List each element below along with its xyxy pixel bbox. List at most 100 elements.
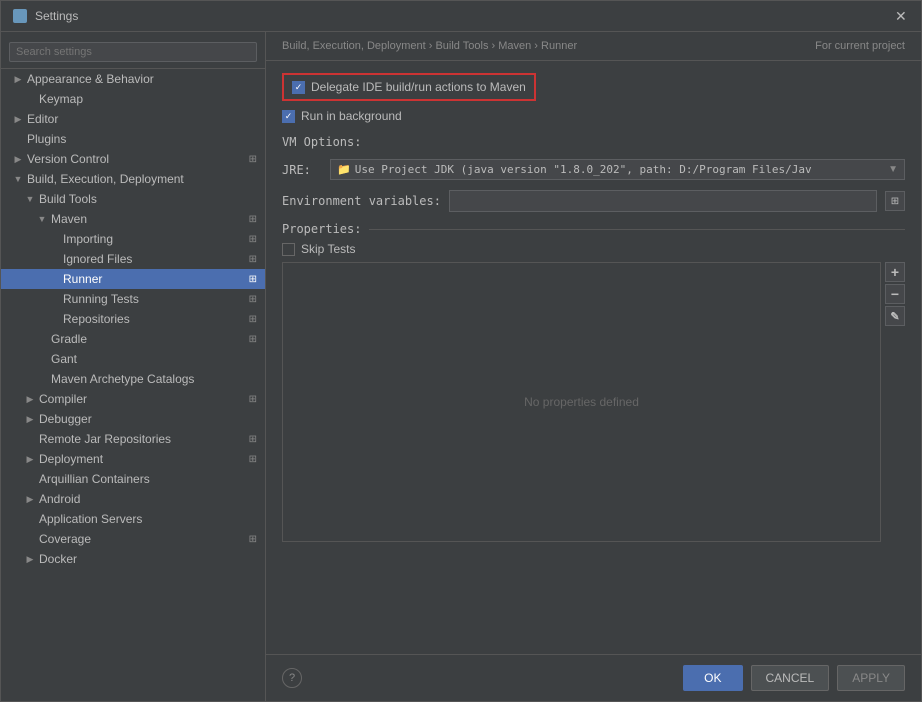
dropdown-arrow-icon: ▼ xyxy=(888,164,898,175)
sidebar-item-keymap[interactable]: Keymap xyxy=(1,89,265,109)
main-content: ✓ Delegate IDE build/run actions to Mave… xyxy=(266,61,921,654)
arrow-icon: ▼ xyxy=(25,194,35,204)
sidebar-label: Deployment xyxy=(39,452,103,466)
sidebar-item-running-tests[interactable]: Running Tests ⊞ xyxy=(1,289,265,309)
arrow-icon: ▶ xyxy=(13,74,23,84)
sidebar-item-gradle[interactable]: Gradle ⊞ xyxy=(1,329,265,349)
sidebar-label: Compiler xyxy=(39,392,87,406)
sidebar-label: Runner xyxy=(63,272,102,286)
for-current-project: For current project xyxy=(815,40,905,52)
content-area: ▶ Appearance & Behavior Keymap ▶ Editor … xyxy=(1,32,921,701)
sidebar-label: Android xyxy=(39,492,80,506)
sidebar-label: Plugins xyxy=(27,132,66,146)
sidebar-item-application-servers[interactable]: Application Servers xyxy=(1,509,265,529)
sidebar-item-repositories[interactable]: Repositories ⊞ xyxy=(1,309,265,329)
sidebar-label: Gant xyxy=(51,352,77,366)
sidebar-item-android[interactable]: ▶ Android xyxy=(1,489,265,509)
jre-dropdown[interactable]: 📁 Use Project JDK (java version "1.8.0_2… xyxy=(330,159,905,180)
jre-label: JRE: xyxy=(282,163,322,177)
running-tests-icon: ⊞ xyxy=(249,294,257,305)
sidebar-item-runner[interactable]: Runner ⊞ xyxy=(1,269,265,289)
sidebar-item-docker[interactable]: ▶ Docker xyxy=(1,549,265,569)
jre-value: Use Project JDK (java version "1.8.0_202… xyxy=(355,163,884,176)
footer: ? OK CANCEL APPLY xyxy=(266,654,921,701)
env-vars-input[interactable] xyxy=(449,190,877,212)
properties-label: Properties: xyxy=(282,222,361,236)
arrow-icon: ▶ xyxy=(25,414,35,424)
arrow-icon: ▶ xyxy=(25,454,35,464)
properties-divider xyxy=(369,229,905,230)
settings-window: Settings ✕ ▶ Appearance & Behavior Keyma… xyxy=(0,0,922,702)
sidebar-item-coverage[interactable]: Coverage ⊞ xyxy=(1,529,265,549)
sidebar-label: Application Servers xyxy=(39,512,142,526)
arrow-icon: ▶ xyxy=(25,494,35,504)
title-bar: Settings ✕ xyxy=(1,1,921,32)
edit-property-button[interactable]: ✎ xyxy=(885,306,905,326)
compiler-icon: ⊞ xyxy=(249,394,257,405)
arrow-icon: ▶ xyxy=(25,554,35,564)
remove-property-button[interactable]: − xyxy=(885,284,905,304)
env-vars-edit-button[interactable]: ⊞ xyxy=(885,191,905,211)
main-panel: Build, Execution, Deployment › Build Too… xyxy=(266,32,921,701)
cancel-button[interactable]: CANCEL xyxy=(751,665,830,691)
delegate-label: Delegate IDE build/run actions to Maven xyxy=(311,80,526,94)
sidebar-item-debugger[interactable]: ▶ Debugger xyxy=(1,409,265,429)
arrow-icon: ▶ xyxy=(13,114,23,124)
gradle-icon: ⊞ xyxy=(249,334,257,345)
delegate-checkbox-row: ✓ Delegate IDE build/run actions to Mave… xyxy=(282,73,536,101)
sidebar-item-plugins[interactable]: Plugins xyxy=(1,129,265,149)
sidebar-item-build-tools[interactable]: ▼ Build Tools xyxy=(1,189,265,209)
help-button[interactable]: ? xyxy=(282,668,302,688)
vcs-icon: ⊞ xyxy=(249,154,257,165)
sidebar-label: Ignored Files xyxy=(63,252,132,266)
run-background-label: Run in background xyxy=(301,109,402,123)
sidebar-item-arquillian[interactable]: Arquillian Containers xyxy=(1,469,265,489)
skip-tests-label: Skip Tests xyxy=(301,242,355,256)
apply-button[interactable]: APPLY xyxy=(837,665,905,691)
sidebar-item-ignored-files[interactable]: Ignored Files ⊞ xyxy=(1,249,265,269)
runner-icon: ⊞ xyxy=(249,274,257,285)
footer-right: OK CANCEL APPLY xyxy=(683,665,905,691)
arrow-icon: ▼ xyxy=(37,214,47,224)
sidebar-label: Arquillian Containers xyxy=(39,472,150,486)
sidebar-item-editor[interactable]: ▶ Editor xyxy=(1,109,265,129)
arrow-icon: ▶ xyxy=(25,394,35,404)
run-background-checkbox[interactable]: ✓ xyxy=(282,110,295,123)
settings-icon xyxy=(13,9,27,23)
skip-tests-row: Skip Tests xyxy=(282,242,905,256)
env-vars-label: Environment variables: xyxy=(282,194,441,208)
remote-jar-icon: ⊞ xyxy=(249,434,257,445)
delegate-checkbox[interactable]: ✓ xyxy=(292,81,305,94)
title-bar-left: Settings xyxy=(13,9,78,23)
arrow-icon: ▶ xyxy=(13,154,23,164)
run-background-row: ✓ Run in background xyxy=(282,109,905,123)
sidebar-item-remote-jar-repos[interactable]: Remote Jar Repositories ⊞ xyxy=(1,429,265,449)
sidebar-label: Editor xyxy=(27,112,58,126)
sidebar-item-maven[interactable]: ▼ Maven ⊞ xyxy=(1,209,265,229)
add-property-button[interactable]: + xyxy=(885,262,905,282)
ignored-icon: ⊞ xyxy=(249,254,257,265)
sidebar-label: Keymap xyxy=(39,92,83,106)
search-input[interactable] xyxy=(9,42,257,62)
sidebar: ▶ Appearance & Behavior Keymap ▶ Editor … xyxy=(1,32,266,701)
properties-label-row: Properties: xyxy=(282,222,905,236)
sidebar-item-version-control[interactable]: ▶ Version Control ⊞ xyxy=(1,149,265,169)
sidebar-item-importing[interactable]: Importing ⊞ xyxy=(1,229,265,249)
sidebar-item-appearance-behavior[interactable]: ▶ Appearance & Behavior xyxy=(1,69,265,89)
sidebar-item-build-execution[interactable]: ▼ Build, Execution, Deployment xyxy=(1,169,265,189)
sidebar-label: Coverage xyxy=(39,532,91,546)
ok-button[interactable]: OK xyxy=(683,665,742,691)
footer-left: ? xyxy=(282,668,302,688)
sidebar-item-gant[interactable]: Gant xyxy=(1,349,265,369)
sidebar-label: Version Control xyxy=(27,152,109,166)
close-button[interactable]: ✕ xyxy=(895,9,909,23)
sidebar-item-maven-archetype-catalogs[interactable]: Maven Archetype Catalogs xyxy=(1,369,265,389)
sidebar-item-deployment[interactable]: ▶ Deployment ⊞ xyxy=(1,449,265,469)
properties-box-wrapper: No properties defined + − ✎ xyxy=(282,262,905,542)
skip-tests-checkbox[interactable] xyxy=(282,243,295,256)
jre-row: JRE: 📁 Use Project JDK (java version "1.… xyxy=(282,159,905,180)
env-vars-row: Environment variables: ⊞ xyxy=(282,190,905,212)
sidebar-item-compiler[interactable]: ▶ Compiler ⊞ xyxy=(1,389,265,409)
window-title: Settings xyxy=(35,9,78,23)
repositories-icon: ⊞ xyxy=(249,314,257,325)
